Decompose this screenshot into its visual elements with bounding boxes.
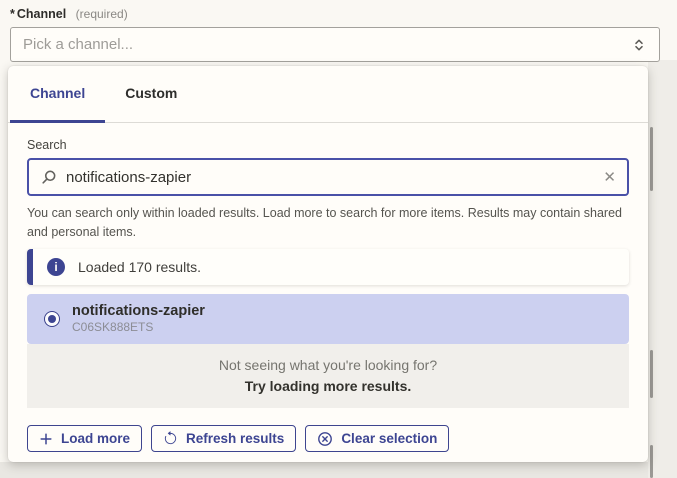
search-input[interactable] — [66, 169, 594, 186]
close-icon[interactable]: ✕ — [603, 170, 616, 185]
channel-dropdown-panel: Channel Custom Search ✕ You can search o… — [8, 66, 648, 462]
plus-icon — [39, 432, 53, 446]
hint-question: Not seeing what you're looking for? — [27, 355, 629, 376]
loaded-results-text: Loaded 170 results. — [78, 259, 201, 275]
scrollbar-thumb[interactable] — [650, 127, 653, 191]
refresh-icon — [163, 431, 178, 446]
channel-option-selected[interactable]: notifications-zapier C06SK888ETS — [27, 294, 629, 344]
refresh-results-label: Refresh results — [186, 431, 284, 446]
load-more-button[interactable]: Load more — [27, 425, 142, 452]
field-label: *Channel (required) — [10, 7, 128, 21]
required-asterisk: * — [10, 7, 15, 21]
tab-custom[interactable]: Custom — [105, 66, 197, 123]
tab-bar: Channel Custom — [8, 66, 648, 123]
select-placeholder: Pick a channel... — [23, 36, 631, 53]
channel-select[interactable]: Pick a channel... — [10, 27, 660, 62]
required-note: (required) — [76, 7, 128, 21]
dropdown-content: Search ✕ You can search only within load… — [8, 123, 648, 462]
circle-x-icon — [317, 431, 333, 447]
channel-name: notifications-zapier — [72, 303, 205, 320]
not-seeing-hint: Not seeing what you're looking for? Try … — [27, 344, 629, 408]
search-field: ✕ — [27, 158, 629, 196]
tab-channel[interactable]: Channel — [10, 66, 105, 123]
scrollbar-thumb[interactable] — [650, 350, 653, 398]
channel-id: C06SK888ETS — [72, 320, 205, 335]
field-name: Channel — [17, 7, 66, 21]
load-more-label: Load more — [61, 431, 130, 446]
page-background-bottom — [0, 462, 648, 478]
refresh-results-button[interactable]: Refresh results — [151, 425, 296, 452]
info-icon: i — [47, 258, 65, 276]
chevron-up-down-icon — [631, 36, 647, 54]
search-icon — [40, 169, 57, 186]
scrollbar-thumb[interactable] — [650, 445, 653, 478]
loaded-results-banner: i Loaded 170 results. — [27, 249, 629, 285]
radio-selected-icon[interactable] — [44, 311, 60, 327]
page-background-right — [648, 60, 677, 478]
action-button-row: Load more Refresh results — [27, 425, 629, 452]
clear-selection-button[interactable]: Clear selection — [305, 425, 449, 452]
hint-suggestion: Try loading more results. — [27, 376, 629, 397]
search-label: Search — [27, 138, 629, 152]
search-helper-text: You can search only within loaded result… — [27, 204, 629, 242]
clear-selection-label: Clear selection — [341, 431, 437, 446]
